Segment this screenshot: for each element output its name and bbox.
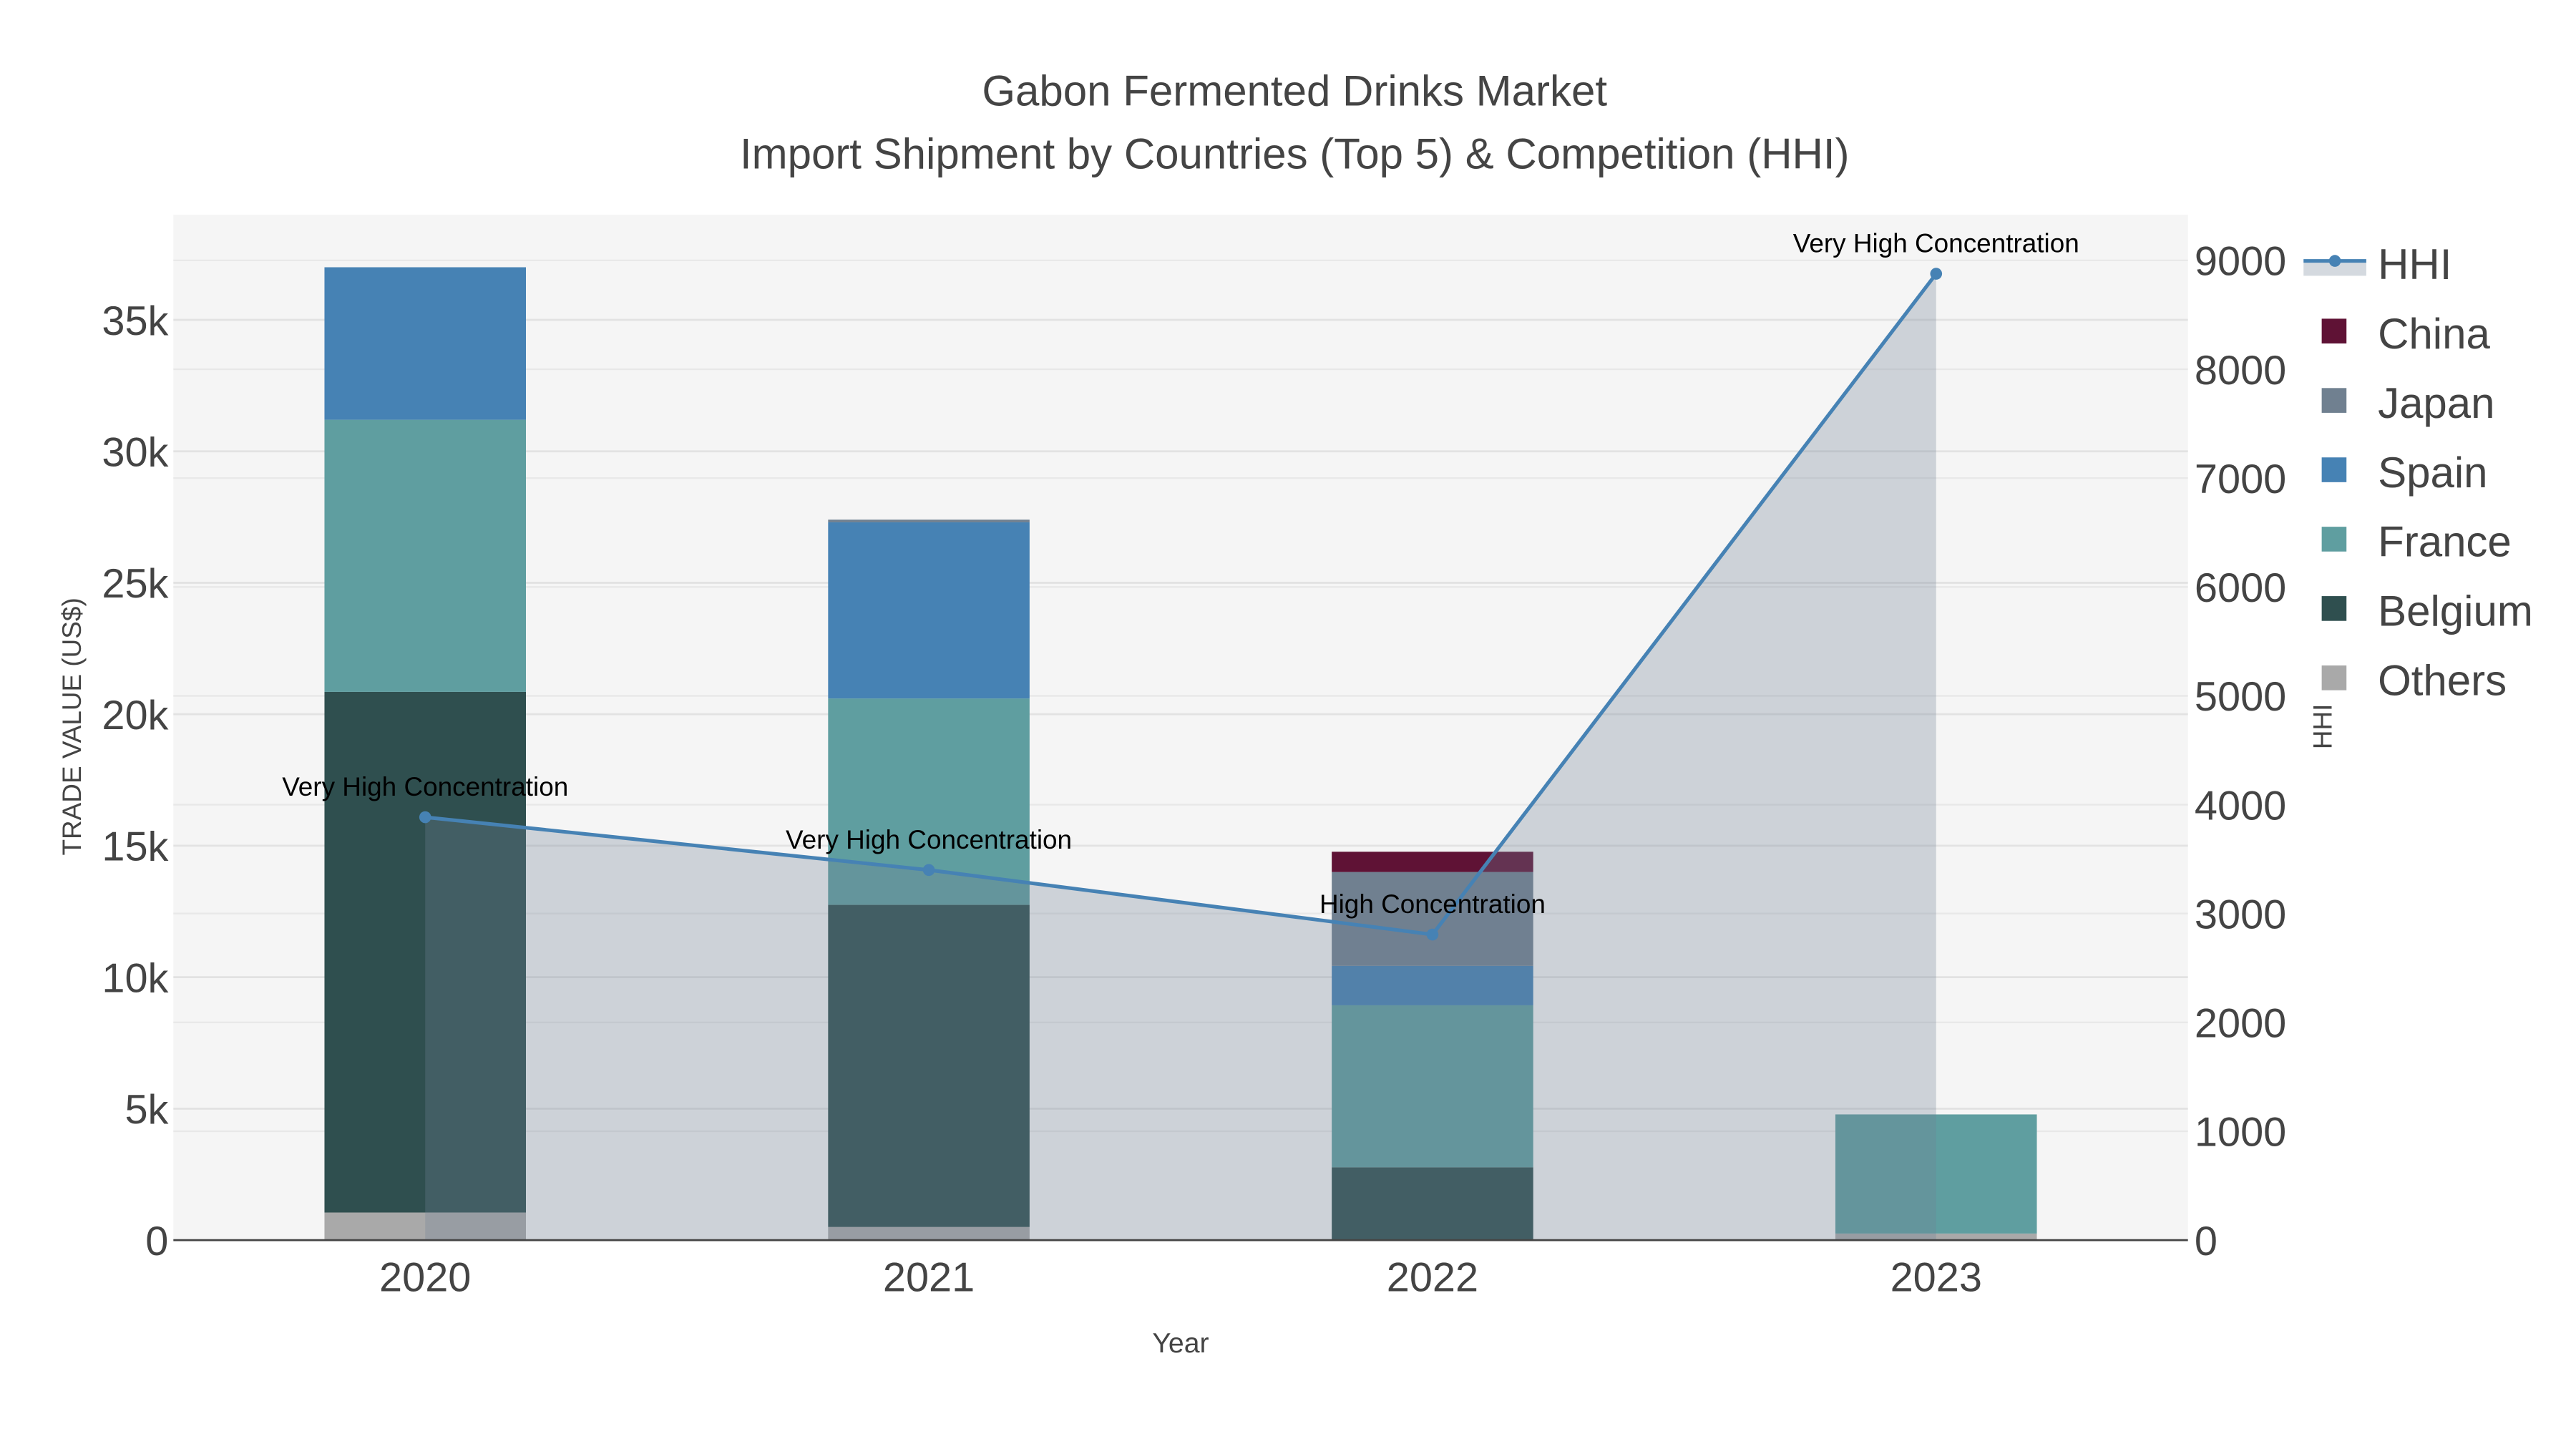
- x-tick-label: 2022: [1387, 1255, 1478, 1301]
- legend-label-spain: Spain: [2378, 449, 2487, 497]
- legend-label-japan: Japan: [2378, 379, 2494, 427]
- hhi-annotation: Very High Concentration: [282, 772, 568, 801]
- bar-spain-2021: [828, 522, 1030, 699]
- legend-label-hhi: HHI: [2378, 240, 2451, 288]
- legend-label-belgium: Belgium: [2378, 587, 2533, 635]
- y-tick-label: 10k: [102, 955, 168, 1001]
- legend-swatch-japan: [2321, 388, 2347, 413]
- hhi-annotation: Very High Concentration: [786, 825, 1072, 854]
- y2-tick-label: 7000: [2195, 457, 2286, 502]
- chart-title: Gabon Fermented Drinks Market: [982, 67, 1607, 115]
- y2-tick-label: 8000: [2195, 348, 2286, 394]
- y-tick-label: 35k: [102, 298, 168, 344]
- hhi-point-2021: [922, 864, 935, 877]
- y2-tick-label: 6000: [2195, 565, 2286, 611]
- y2-tick-label: 4000: [2195, 783, 2286, 829]
- legend-swatch-france: [2321, 527, 2347, 552]
- hhi-point-2023: [1930, 268, 1943, 280]
- y2-tick-label: 0: [2195, 1219, 2218, 1264]
- x-tick-label: 2021: [883, 1255, 975, 1301]
- y-tick-label: 20k: [102, 693, 168, 738]
- legend-swatch-spain: [2321, 457, 2347, 482]
- legend-swatch-others: [2321, 665, 2347, 691]
- hhi-point-2022: [1426, 928, 1439, 941]
- y-tick-label: 15k: [102, 824, 168, 870]
- bar-spain-2020: [324, 267, 526, 420]
- legend-swatch-belgium: [2321, 596, 2347, 621]
- y2-tick-label: 2000: [2195, 1001, 2286, 1047]
- hhi-point-2020: [419, 811, 431, 824]
- y-tick-label: 30k: [102, 429, 168, 475]
- chart-subtitle: Import Shipment by Countries (Top 5) & C…: [740, 130, 1850, 177]
- y2-tick-label: 3000: [2195, 892, 2286, 937]
- hhi-annotation: Very High Concentration: [1793, 229, 2079, 258]
- y2-tick-label: 9000: [2195, 239, 2286, 285]
- legend-hhi-marker: [2328, 255, 2341, 267]
- legend-label-france: France: [2378, 518, 2512, 566]
- y-tick-label: 5k: [125, 1087, 168, 1133]
- legend-swatch-china: [2321, 318, 2347, 343]
- hhi-annotation: High Concentration: [1319, 889, 1546, 919]
- x-tick-label: 2023: [1890, 1255, 1982, 1301]
- y2-tick-label: 5000: [2195, 674, 2286, 720]
- x-axis-title: Year: [1152, 1327, 1209, 1359]
- y-tick-label: 0: [145, 1219, 168, 1264]
- y2-axis-title: HHI: [2308, 704, 2337, 750]
- y-axis-title: TRADE VALUE (US$): [57, 597, 87, 855]
- bar-france-2020: [324, 419, 526, 692]
- bar-japan-2021: [828, 519, 1030, 522]
- y2-tick-label: 1000: [2195, 1110, 2286, 1156]
- y-tick-label: 25k: [102, 561, 168, 607]
- x-tick-label: 2020: [379, 1255, 471, 1301]
- legend-label-others: Others: [2378, 657, 2507, 705]
- chart: Very High Concentration Very High Concent…: [0, 0, 2576, 1449]
- legend-label-china: China: [2378, 310, 2490, 358]
